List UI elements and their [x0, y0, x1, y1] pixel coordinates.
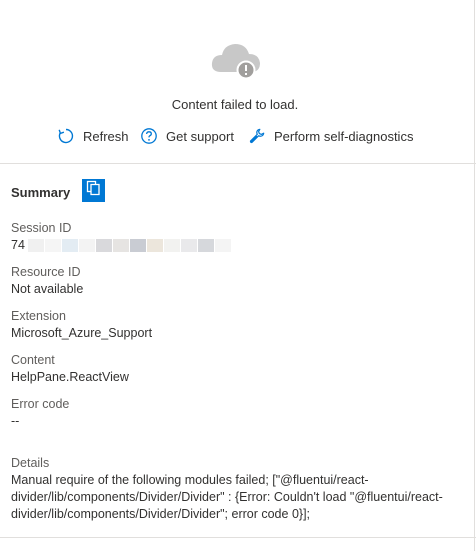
- session-id-label: Session ID: [11, 221, 72, 235]
- self-diagnostics-label: Perform self-diagnostics: [274, 128, 414, 144]
- refresh-button[interactable]: Refresh: [56, 124, 129, 148]
- copy-button[interactable]: [82, 179, 105, 202]
- details-field: Details Manual require of the following …: [11, 455, 456, 523]
- bottom-divider: [0, 537, 476, 538]
- help-pane: Content failed to load. Refresh Get supp…: [0, 0, 476, 551]
- copy-icon: [86, 180, 101, 201]
- error-code-field: Error code --: [11, 396, 461, 429]
- session-id-field: Session ID 74: [11, 220, 461, 253]
- error-section: Content failed to load. Refresh Get supp…: [0, 0, 475, 163]
- error-actions: Refresh Get support Perform self-diagnos…: [0, 124, 476, 148]
- content-field: Content HelpPane.ReactView: [11, 352, 461, 385]
- error-code-value: --: [11, 414, 20, 428]
- content-label: Content: [11, 353, 55, 367]
- summary-title: Summary: [11, 185, 71, 200]
- help-circle-icon: [139, 126, 159, 146]
- resource-id-field: Resource ID Not available: [11, 264, 461, 297]
- cloud-error-icon: [209, 40, 263, 82]
- get-support-button[interactable]: Get support: [139, 124, 234, 148]
- wrench-icon: [247, 126, 267, 146]
- content-value: HelpPane.ReactView: [11, 370, 129, 384]
- details-label: Details: [11, 456, 50, 470]
- extension-label: Extension: [11, 309, 66, 323]
- section-divider: [0, 163, 476, 164]
- error-message: Content failed to load.: [171, 97, 299, 112]
- self-diagnostics-button[interactable]: Perform self-diagnostics: [247, 124, 413, 148]
- refresh-label: Refresh: [83, 128, 129, 144]
- refresh-icon: [56, 126, 76, 146]
- resource-id-value: Not available: [11, 282, 84, 296]
- error-code-label: Error code: [11, 397, 70, 411]
- resource-id-label: Resource ID: [11, 265, 81, 279]
- details-value: Manual require of the following modules …: [11, 473, 443, 521]
- session-id-redaction: [27, 238, 231, 252]
- session-id-text: 74: [11, 238, 25, 252]
- session-id-value: 74: [11, 237, 461, 253]
- extension-field: Extension Microsoft_Azure_Support: [11, 308, 461, 341]
- extension-value: Microsoft_Azure_Support: [11, 326, 153, 340]
- get-support-label: Get support: [166, 128, 234, 144]
